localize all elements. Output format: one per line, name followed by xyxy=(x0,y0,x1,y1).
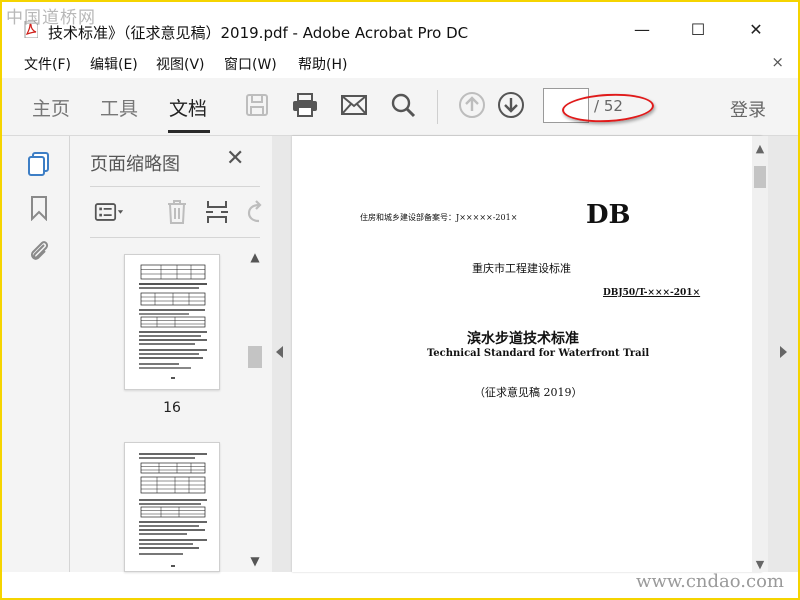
thumbnails-scrollbar[interactable]: ▲ ▼ xyxy=(248,248,262,572)
collapse-left-pane-handle[interactable] xyxy=(276,346,283,358)
document-page: 住房和城乡建设部备案号：J×××××-201× DB 重庆市工程建设标准 DBJ… xyxy=(292,136,762,572)
menu-bar: 文件(F) 编辑(E) 视图(V) 窗口(W) 帮助(H) × xyxy=(2,50,798,76)
watermark-bottom: www.cndao.com xyxy=(636,571,784,592)
document-scrollbar[interactable]: ▲ ▼ xyxy=(752,136,768,572)
standard-org: 重庆市工程建设标准 xyxy=(472,262,571,275)
record-number: 住房和城乡建设部备案号：J×××××-201× xyxy=(360,213,518,222)
collapse-right-pane-handle[interactable] xyxy=(780,346,787,358)
maximize-button[interactable]: ☐ xyxy=(678,14,718,44)
db-mark: DB xyxy=(586,200,631,230)
thumbnails-panel: 页面缩略图 ✕ 16 ▲ ▼ xyxy=(70,136,272,572)
thumbnails-panel-title: 页面缩略图 xyxy=(90,154,180,175)
close-document-button[interactable]: × xyxy=(771,53,784,71)
rotate-page-icon[interactable] xyxy=(238,197,268,227)
menu-file[interactable]: 文件(F) xyxy=(24,54,71,74)
page-thumbnails-icon[interactable] xyxy=(26,150,52,178)
thumbnail-options-icon[interactable] xyxy=(94,197,124,227)
watermark-top: 中国道桥网 xyxy=(6,8,96,28)
scrollbar-thumb[interactable] xyxy=(754,166,766,188)
active-tab-indicator xyxy=(168,130,210,133)
tab-document[interactable]: 文档 xyxy=(169,94,207,121)
page-thumbnail[interactable] xyxy=(124,442,220,572)
navigation-rail xyxy=(2,136,70,572)
standard-code: DBJ50/T-×××-201× xyxy=(603,288,701,298)
tab-home[interactable]: 主页 xyxy=(32,94,70,121)
document-title-chinese: 滨水步道技术标准 xyxy=(467,331,579,347)
scrollbar-thumb[interactable] xyxy=(248,346,262,368)
window-title: 技术标准》（征求意见稿）2019.pdf - Adobe Acrobat Pro… xyxy=(48,24,469,42)
scroll-down-arrow[interactable]: ▼ xyxy=(752,558,768,571)
search-icon[interactable] xyxy=(388,90,418,120)
document-title-english: Technical Standard for Waterfront Trail xyxy=(427,348,650,359)
thumbnail-page-label: 16 xyxy=(163,400,181,416)
toolbar-separator xyxy=(437,90,438,124)
delete-page-icon[interactable] xyxy=(162,197,192,227)
document-viewer: 住房和城乡建设部备案号：J×××××-201× DB 重庆市工程建设标准 DBJ… xyxy=(272,136,798,572)
title-bar: 技术标准》（征求意见稿）2019.pdf - Adobe Acrobat Pro… xyxy=(2,2,798,48)
thumbnails-toolbar xyxy=(90,186,262,238)
extract-pages-icon[interactable] xyxy=(202,197,232,227)
close-panel-button[interactable]: ✕ xyxy=(226,146,244,171)
menu-edit[interactable]: 编辑(E) xyxy=(90,54,138,74)
menu-help[interactable]: 帮助(H) xyxy=(298,54,347,74)
page-thumbnail-content xyxy=(139,264,207,379)
print-icon[interactable] xyxy=(290,90,320,120)
acrobat-window: 中国道桥网 www.cndao.com 技术标准》（征求意见稿）2019.pdf… xyxy=(2,2,798,598)
bookmark-icon[interactable] xyxy=(26,194,52,222)
next-page-icon[interactable] xyxy=(496,90,526,120)
close-window-button[interactable]: ✕ xyxy=(736,14,776,44)
draft-note: （征求意见稿 2019） xyxy=(474,386,583,399)
attachment-icon[interactable] xyxy=(26,236,52,264)
minimize-button[interactable]: — xyxy=(622,14,662,44)
scroll-up-arrow[interactable]: ▲ xyxy=(248,250,262,264)
toolbar: 主页 工具 文档 / 52 登录 xyxy=(2,78,798,136)
menu-view[interactable]: 视图(V) xyxy=(156,54,205,74)
page-thumbnail-content xyxy=(139,453,207,567)
login-button[interactable]: 登录 xyxy=(730,96,766,122)
email-icon[interactable] xyxy=(339,90,369,120)
page-thumbnail[interactable] xyxy=(124,254,220,390)
tab-tools[interactable]: 工具 xyxy=(100,94,138,121)
menu-window[interactable]: 窗口(W) xyxy=(224,54,277,74)
prev-page-icon[interactable] xyxy=(457,90,487,120)
save-icon[interactable] xyxy=(242,90,272,120)
scroll-up-arrow[interactable]: ▲ xyxy=(752,142,768,155)
scroll-down-arrow[interactable]: ▼ xyxy=(248,554,262,568)
